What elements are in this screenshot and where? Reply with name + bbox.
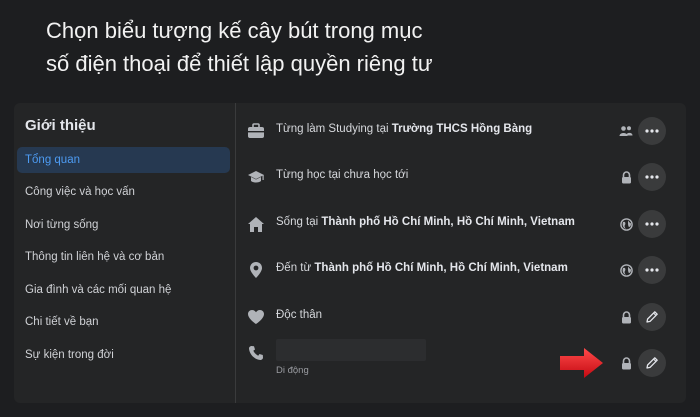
pencil-icon [646,311,658,323]
edit-button[interactable] [638,349,666,377]
sidebar-item-places-lived[interactable]: Nơi từng sống [17,212,230,238]
home-icon [246,214,266,234]
about-row-text: Đến từ Thành phố Hồ Chí Minh, Hồ Chí Min… [276,262,568,274]
more-dots-icon [645,175,659,179]
caption-line-2: số điện thoại để thiết lập quyền riêng t… [46,51,433,76]
about-sidebar: Giới thiệu Tổng quan Công việc và học vấ… [14,103,236,403]
phone-type-label: Di động [276,365,309,376]
more-dots-icon [645,222,659,226]
graduation-cap-icon [246,167,266,187]
more-dots-icon [645,268,659,272]
instruction-caption: Chọn biểu tượng kế cây bút trong mục số … [46,14,666,80]
about-row-education: Từng học tại chưa học tới [236,157,686,197]
about-row-text: Sống tại Thành phố Hồ Chí Minh, Hồ Chí M… [276,216,575,228]
edit-button[interactable] [638,303,666,331]
more-options-button[interactable] [638,210,666,238]
globe-icon[interactable] [619,263,633,277]
red-arrow-pointer [560,348,603,378]
sidebar-item-life-events[interactable]: Sự kiện trong đời [17,342,230,368]
about-row-text: Độc thân [276,309,323,321]
about-panel: Giới thiệu Tổng quan Công việc và học vấ… [14,103,686,403]
briefcase-icon [246,121,266,141]
sidebar-item-overview[interactable]: Tổng quan [17,147,230,173]
sidebar-item-contact-basic-info[interactable]: Thông tin liên hệ và cơ bản [17,244,230,270]
heart-icon [246,307,266,327]
sidebar-item-family-relationships[interactable]: Gia đình và các mối quan hệ [17,277,230,303]
sidebar-title: Giới thiệu [25,117,96,134]
lock-icon[interactable] [619,356,633,370]
about-row-hometown: Đến từ Thành phố Hồ Chí Minh, Hồ Chí Min… [236,250,686,290]
more-options-button[interactable] [638,163,666,191]
more-options-button[interactable] [638,117,666,145]
friends-icon[interactable] [619,124,633,138]
about-content: Từng làm Studying tại Trường THCS Hồng B… [236,103,686,403]
about-row-current-city: Sống tại Thành phố Hồ Chí Minh, Hồ Chí M… [236,204,686,244]
phone-icon [246,343,266,363]
redacted-phone-number [276,339,426,361]
about-row-text: Từng làm Studying tại Trường THCS Hồng B… [276,123,533,135]
lock-icon[interactable] [619,170,633,184]
sidebar-item-work-education[interactable]: Công việc và học vấn [17,179,230,205]
lock-icon[interactable] [619,310,633,324]
sidebar-item-details-about-you[interactable]: Chi tiết về bạn [17,309,230,335]
more-dots-icon [645,129,659,133]
location-pin-icon [246,260,266,280]
about-row-work: Từng làm Studying tại Trường THCS Hồng B… [236,111,686,151]
globe-icon[interactable] [619,217,633,231]
caption-line-1: Chọn biểu tượng kế cây bút trong mục [46,18,423,43]
more-options-button[interactable] [638,256,666,284]
pencil-icon [646,357,658,369]
about-row-relationship: Độc thân [236,297,686,337]
about-row-text: Từng học tại chưa học tới [276,169,409,181]
